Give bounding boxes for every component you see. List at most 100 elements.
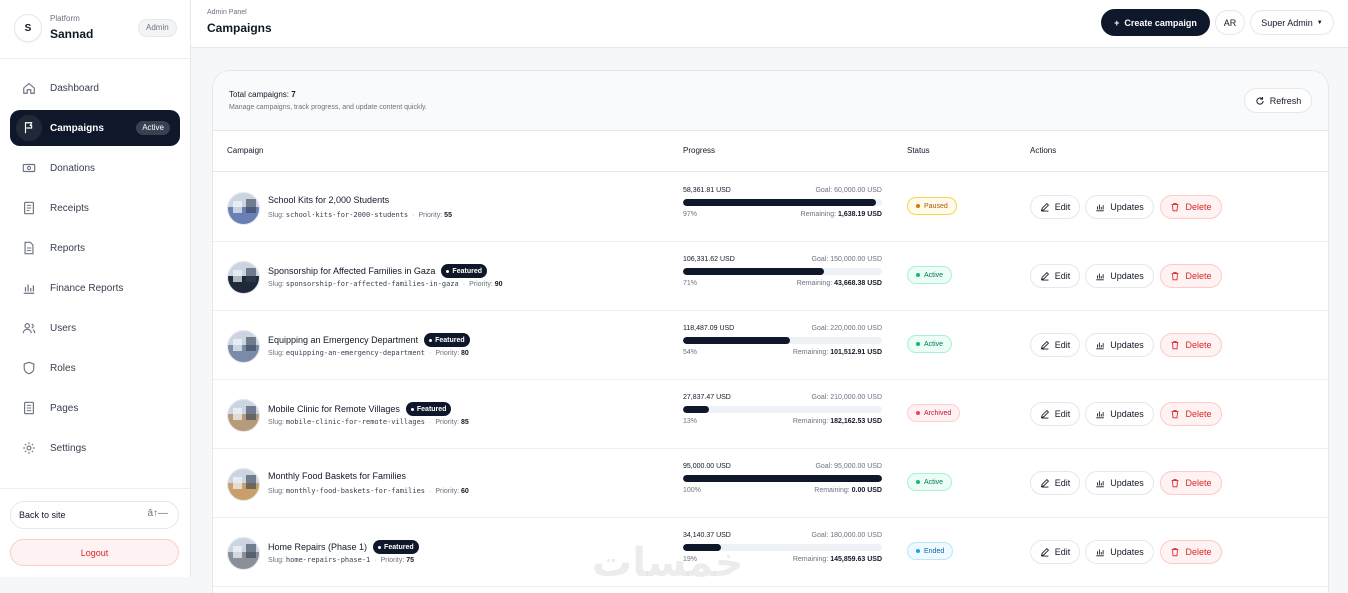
sidebar-item-settings[interactable]: Settings: [10, 430, 180, 466]
progress-percent: 54%: [683, 349, 698, 356]
priority-value: 60: [461, 488, 469, 495]
users-icon: [16, 315, 42, 341]
updates-button[interactable]: Updates: [1085, 540, 1154, 564]
sidebar-item-dashboard[interactable]: Dashboard: [10, 70, 180, 106]
delete-button[interactable]: Delete: [1160, 195, 1222, 219]
bar-chart-icon: [1096, 480, 1104, 488]
user-menu-button[interactable]: Super Admin ▼: [1250, 10, 1334, 35]
campaign-meta: Slug: home-repairs-phase-1 · Priority: 75: [268, 556, 414, 564]
priority-label: Priority:: [435, 488, 460, 495]
goal-value: 95,000.00 USD: [834, 463, 882, 470]
sidebar: S Platform Sannad Admin Dashboard Campaig…: [0, 0, 191, 577]
goal-value: 180,000.00 USD: [830, 532, 882, 539]
back-to-site-label: Back to site: [19, 510, 66, 520]
featured-label: Featured: [452, 267, 482, 275]
status-badge: Active: [907, 473, 953, 491]
updates-button[interactable]: Updates: [1085, 195, 1154, 219]
slug-label: Slug:: [268, 212, 284, 219]
campaign-meta: Slug: sponsorship-for-affected-families-…: [268, 280, 503, 288]
campaign-name[interactable]: Home Repairs (Phase 1) Featured: [268, 540, 419, 554]
updates-button[interactable]: Updates: [1085, 402, 1154, 426]
create-campaign-button[interactable]: + Create campaign: [1101, 9, 1210, 36]
progress-fill: [683, 268, 825, 275]
goal-label: Goal:: [811, 256, 829, 263]
status-dot-icon: [916, 342, 920, 346]
sidebar-item-roles[interactable]: Roles: [10, 350, 180, 386]
home-icon: [16, 75, 42, 101]
edit-button[interactable]: Edit: [1030, 402, 1080, 426]
updates-button[interactable]: Updates: [1085, 471, 1154, 495]
progress-percent: 97%: [683, 211, 698, 218]
progress-bar: [683, 337, 882, 344]
edit-label: Edit: [1054, 271, 1071, 281]
delete-button[interactable]: Delete: [1160, 540, 1222, 564]
campaign-meta: Slug: mobile-clinic-for-remote-villages ·…: [268, 418, 469, 426]
separator-dot: ·: [412, 212, 415, 219]
featured-badge: Featured: [405, 402, 452, 416]
priority-label: Priority:: [435, 350, 460, 357]
logout-button[interactable]: Logout: [10, 539, 179, 566]
trash-icon: [1172, 410, 1179, 419]
back-to-site-button[interactable]: Back to site ā↑—: [10, 501, 179, 529]
campaign-name[interactable]: Mobile Clinic for Remote Villages Feature…: [268, 402, 452, 416]
edit-button[interactable]: Edit: [1030, 195, 1080, 219]
delete-button[interactable]: Delete: [1160, 264, 1222, 288]
updates-button[interactable]: Updates: [1085, 333, 1154, 357]
raised-amount: 118,487.09 USD: [683, 325, 735, 332]
table-header: Campaign Progress Status Actions: [213, 131, 1328, 172]
total-campaigns-label: Total campaigns:: [229, 90, 290, 99]
campaign-name[interactable]: Equipping an Emergency Department Feature…: [268, 333, 470, 347]
priority-label: Priority:: [435, 419, 460, 426]
sidebar-item-pages[interactable]: Pages: [10, 390, 180, 426]
sidebar-item-label: Donations: [50, 162, 96, 174]
language-button[interactable]: AR: [1215, 10, 1245, 35]
shield-icon: [16, 355, 42, 381]
goal-amount: Goal: 95,000.00 USD: [815, 463, 882, 470]
priority-label: Priority:: [380, 557, 405, 564]
brand: S Platform Sannad Admin: [0, 0, 190, 59]
campaign-name[interactable]: Monthly Food Baskets for Families: [268, 471, 406, 481]
goal-value: 150,000.00 USD: [830, 256, 882, 263]
raised-amount: 106,331.62 USD: [683, 256, 735, 263]
campaign-name[interactable]: School Kits for 2,000 Students: [268, 195, 389, 205]
header-subtitle: Admin Panel: [207, 9, 247, 16]
sidebar-item-users[interactable]: Users: [10, 310, 180, 346]
remaining-label: Remaining:: [796, 280, 833, 287]
goal-amount: Goal: 150,000.00 USD: [812, 256, 882, 263]
progress-fill: [683, 337, 791, 344]
sidebar-item-campaigns[interactable]: Campaigns Active: [10, 110, 180, 146]
campaign-progress: 118,487.09 USD Goal: 220,000.00 USD 54% Rem…: [683, 325, 882, 356]
status-dot-icon: [916, 480, 920, 484]
table-row: Sponsorship for Affected Families in Gaz…: [213, 242, 1328, 311]
campaign-name[interactable]: Sponsorship for Affected Families in Gaz…: [268, 264, 487, 278]
edit-button[interactable]: Edit: [1030, 333, 1080, 357]
refresh-button[interactable]: Refresh: [1244, 88, 1312, 113]
sidebar-item-label: Roles: [50, 362, 76, 374]
brand-avatar: S: [14, 14, 42, 42]
delete-button[interactable]: Delete: [1160, 471, 1222, 495]
table-row: Equipping an Emergency Department Feature…: [213, 311, 1328, 380]
trash-icon: [1172, 548, 1179, 557]
edit-button[interactable]: Edit: [1030, 264, 1080, 288]
progress-fill: [683, 406, 709, 413]
delete-button[interactable]: Delete: [1160, 333, 1222, 357]
updates-button[interactable]: Updates: [1085, 264, 1154, 288]
table-row: Home Repairs (Phase 1) Featured Slug: home…: [213, 518, 1328, 587]
bar-chart-icon: [1096, 549, 1104, 557]
delete-button[interactable]: Delete: [1160, 402, 1222, 426]
edit-button[interactable]: Edit: [1030, 471, 1080, 495]
progress-bar: [683, 406, 882, 413]
campaign-slug: equipping-an-emergency-department: [285, 349, 425, 357]
campaign-priority: Priority: 90: [469, 281, 502, 288]
dot-icon: [378, 545, 382, 549]
delete-label: Delete: [1185, 409, 1212, 419]
updates-label: Updates: [1110, 340, 1144, 350]
sidebar-item-receipts[interactable]: Receipts: [10, 190, 180, 226]
sidebar-item-finance-reports[interactable]: Finance Reports: [10, 270, 180, 306]
remaining-amount: Remaining: 145,859.63 USD: [793, 556, 882, 563]
sidebar-item-donations[interactable]: Donations: [10, 150, 180, 186]
status-badge: Active: [907, 335, 953, 353]
sidebar-nav: Dashboard Campaigns Active Donations Receipt…: [0, 70, 190, 470]
sidebar-item-reports[interactable]: Reports: [10, 230, 180, 266]
edit-button[interactable]: Edit: [1030, 540, 1080, 564]
